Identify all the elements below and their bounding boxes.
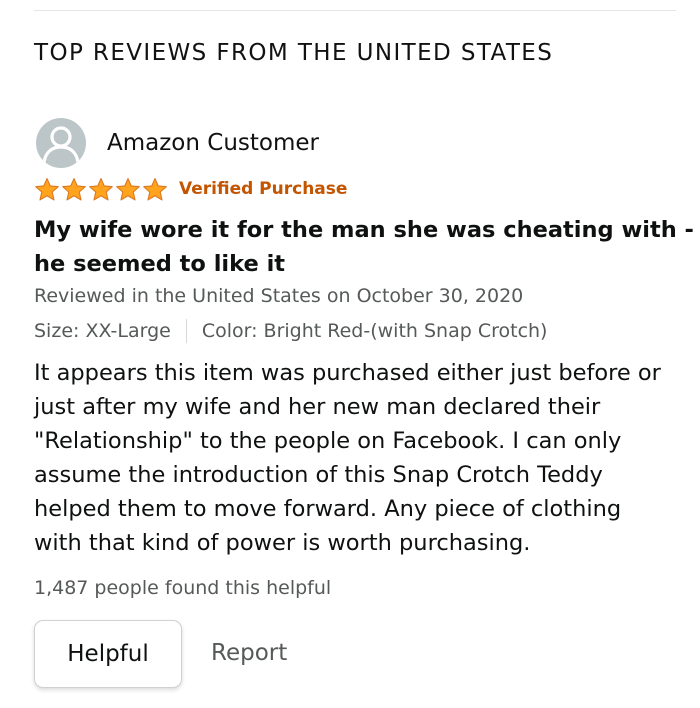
report-link[interactable]: Report [211, 640, 287, 666]
star-icon [116, 177, 140, 200]
review-date: Reviewed in the United States on October… [34, 285, 524, 307]
top-divider [34, 10, 676, 11]
reviewer-profile[interactable]: Amazon Customer [36, 118, 319, 168]
star-icon [62, 177, 86, 200]
review-title[interactable]: My wife wore it for the man she was chea… [34, 213, 694, 281]
star-rating[interactable] [34, 177, 169, 202]
review-title-line: My wife wore it for the man she was chea… [34, 217, 694, 243]
reviewer-name: Amazon Customer [107, 130, 319, 156]
review-body-line: "Relationship" to the people on Facebook… [34, 428, 622, 454]
star-icon [143, 177, 167, 200]
review-body: It appears this item was purchased eithe… [34, 356, 674, 560]
review-body-line: assume the introduction of this Snap Cro… [34, 462, 603, 488]
color-variant[interactable]: Color: Bright Red-(with Snap Crotch) [202, 320, 548, 342]
verified-purchase-badge[interactable]: Verified Purchase [179, 179, 347, 199]
rating-row: Verified Purchase [34, 176, 347, 202]
review-body-line: helped them to move forward. Any piece o… [34, 496, 622, 522]
review-title-line: he seemed to like it [34, 251, 286, 277]
helpful-button[interactable]: Helpful [34, 620, 182, 688]
review-body-line: It appears this item was purchased eithe… [34, 360, 661, 386]
user-silhouette-icon [42, 126, 80, 164]
size-variant[interactable]: Size: XX-Large [34, 320, 171, 342]
variant-divider [185, 319, 187, 343]
avatar [36, 118, 86, 168]
star-icon [89, 177, 113, 200]
helpful-count: 1,487 people found this helpful [34, 577, 332, 599]
review-body-line: with that kind of power is worth purchas… [34, 530, 531, 556]
variant-info: Size: XX-Large Color: Bright Red-(with S… [34, 319, 547, 343]
section-heading: TOP REVIEWS FROM THE UNITED STATES [34, 40, 554, 66]
star-icon [35, 177, 59, 200]
review-body-line: just after my wife and her new man decla… [34, 394, 601, 420]
